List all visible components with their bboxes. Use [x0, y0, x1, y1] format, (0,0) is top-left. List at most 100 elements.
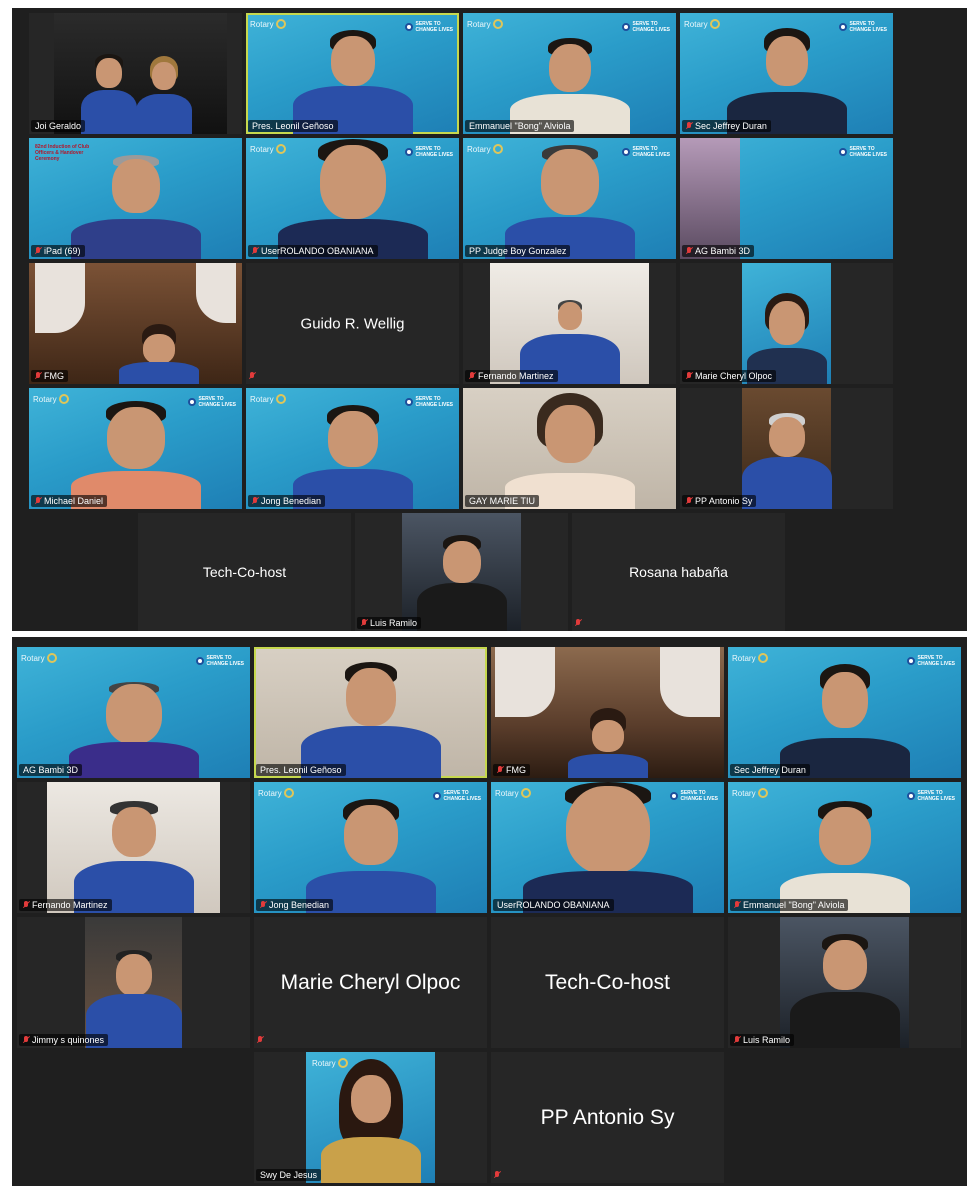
video-tile[interactable]: Rotary SERVE TOCHANGE LIVES AG Bambi 3D [17, 647, 250, 778]
video-tile[interactable]: Rotary Swy De Jesus [254, 1052, 487, 1183]
gallery-view-bottom: Rotary SERVE TO CHANGE LIVES AG Bambi 3D … [12, 637, 967, 1186]
participant-name-label: FMG [31, 370, 68, 382]
serve-to-change-lives-logo: SERVE TO CHANGE LIVES [622, 21, 670, 33]
serve-to-change-lives-logo: SERVE TO CHANGE LIVES [405, 21, 453, 33]
video-tile[interactable]: Rotary SERVE TO CHANGE LIVES Michael Dani… [29, 388, 242, 509]
video-tile[interactable]: Rotary SERVE TO CHANGE LIVES Sec Jeffrey … [728, 647, 961, 778]
video-tile[interactable]: Joi Geraldo [29, 13, 242, 134]
video-tile[interactable]: Rotary SERVE TO CHANGE LIVES Emmanuel "Bo… [463, 13, 676, 134]
video-tile[interactable]: PP Antonio Sy [680, 388, 893, 509]
participant-name-label: Pres. Leonil Geñoso [248, 120, 338, 132]
video-tile[interactable]: Rotary SERVE TO CHANGE LIVES Jong Benedia… [254, 782, 487, 913]
participant-name-label: FMG [493, 764, 530, 776]
video-tile[interactable]: Jimmy s quinones [17, 917, 250, 1048]
muted-mic-icon [686, 246, 692, 256]
video-tile[interactable]: Rotary SERVE TO CHANGE LIVES UserROLANDO … [246, 138, 459, 259]
muted-mic-icon [35, 496, 41, 506]
video-tile[interactable]: Rotary SERVE TO CHANGE LIVES Jong Benedia… [246, 388, 459, 509]
participant-name-label: Emmanuel "Bong" Alviola [465, 120, 575, 132]
gallery-view-top: Joi Geraldo Rotary SERVE TO CHANGE LIVES … [12, 8, 967, 631]
participant-name-label: Luis Ramilo [357, 617, 422, 629]
muted-mic-icon [260, 900, 266, 910]
video-tile-camera-off[interactable]: PP Antonio Sy [491, 1052, 724, 1183]
rotary-logo: Rotary [258, 788, 294, 798]
muted-mic-icon [249, 372, 255, 381]
video-tile[interactable]: 82nd Induction of Club Officers & Handov… [29, 138, 242, 259]
video-tile[interactable]: Rotary SERVE TO CHANGE LIVES Sec Jeffrey … [680, 13, 893, 134]
muted-mic-icon [686, 121, 692, 131]
video-tile[interactable]: Marie Cheryl Olpoc [680, 263, 893, 384]
participant-name-label: Jong Benedian [248, 495, 326, 507]
participant-name-label: GAY MARIE TIU [465, 495, 540, 507]
video-tile[interactable]: Rotary SERVE TO CHANGE LIVES UserROLANDO … [491, 782, 724, 913]
participant-name-label: AG Bambi 3D [682, 245, 755, 257]
rotary-logo: Rotary [250, 394, 286, 404]
video-tile[interactable]: FMG [491, 647, 724, 778]
rotary-logo: Rotary [467, 144, 503, 154]
rotary-logo: Rotary [684, 19, 720, 29]
video-tile[interactable]: Fernando Martinez [463, 263, 676, 384]
rotary-logo: Rotary [467, 19, 503, 29]
video-tile-camera-off[interactable]: Tech-Co-host [491, 917, 724, 1048]
serve-to-change-lives-logo: SERVE TO CHANGE LIVES [196, 655, 244, 667]
participant-name-label: iPad (69) [31, 245, 85, 257]
participant-name-label: Swy De Jesus [256, 1169, 322, 1181]
rotary-logo: Rotary [732, 653, 768, 663]
video-fragment [680, 138, 740, 259]
participant-name-display: Rosana habaña [629, 564, 728, 580]
video-tile[interactable]: Rotary SERVE TOCHANGE LIVES AG Bambi 3D [680, 138, 893, 259]
participant-name-label: PP Judge Boy Gonzalez [465, 245, 571, 257]
serve-to-change-lives-logo: SERVE TO CHANGE LIVES [907, 655, 955, 667]
participant-name-label: UserROLANDO OBANIANA [248, 245, 378, 257]
serve-to-change-lives-logo: SERVE TO CHANGE LIVES [433, 790, 481, 802]
muted-mic-icon [361, 618, 367, 628]
muted-mic-icon [686, 496, 692, 506]
muted-mic-icon [734, 900, 740, 910]
rotary-logo: Rotary [21, 653, 57, 663]
participant-name-label: Pres. Leonil Geñoso [256, 764, 346, 776]
rotary-logo: Rotary [732, 788, 768, 798]
video-tile-camera-off[interactable]: Guido R. Wellig [246, 263, 459, 384]
participant-name-label: Jong Benedian [256, 899, 334, 911]
muted-mic-icon [23, 1035, 29, 1045]
muted-mic-icon [734, 1035, 740, 1045]
serve-to-change-lives-logo: SERVE TO CHANGE LIVES [839, 21, 887, 33]
serve-to-change-lives-logo: SERVE TO CHANGE LIVES [839, 146, 887, 158]
muted-mic-icon [23, 900, 29, 910]
video-tile[interactable]: FMG [29, 263, 242, 384]
participant-name-label: Fernando Martinez [19, 899, 112, 911]
video-tile-camera-off[interactable]: Tech-Co-host [138, 513, 351, 631]
participant-name-label: Jimmy s quinones [19, 1034, 109, 1046]
participant-name-label: Sec Jeffrey Duran [682, 120, 771, 132]
participant-name-display: Guido R. Wellig [300, 315, 405, 332]
video-tile[interactable]: Luis Ramilo [728, 917, 961, 1048]
muted-mic-icon [257, 1036, 263, 1045]
muted-mic-icon [575, 619, 581, 628]
muted-mic-icon [494, 1171, 500, 1180]
muted-mic-icon [35, 371, 41, 381]
video-tile-active-speaker[interactable]: Rotary SERVE TO CHANGE LIVES Pres. Leonil… [246, 13, 459, 134]
video-tile-camera-off[interactable]: Marie Cheryl Olpoc [254, 917, 487, 1048]
video-tile[interactable]: Rotary SERVE TO CHANGE LIVES Emmanuel "Bo… [728, 782, 961, 913]
video-tile[interactable]: Rotary SERVE TO CHANGE LIVES PP Judge Boy… [463, 138, 676, 259]
video-tile[interactable]: GAY MARIE TIU [463, 388, 676, 509]
muted-mic-icon [35, 246, 41, 256]
muted-mic-icon [497, 765, 503, 775]
participant-name-display: Tech-Co-host [545, 970, 670, 994]
rotary-logo: Rotary [33, 394, 69, 404]
video-tile-camera-off[interactable]: Rosana habaña [572, 513, 785, 631]
video-tile[interactable]: Luis Ramilo [355, 513, 568, 631]
participant-name-label: Marie Cheryl Olpoc [682, 370, 777, 382]
participant-name-label: AG Bambi 3D [19, 764, 83, 776]
participant-name-label: Luis Ramilo [730, 1034, 795, 1046]
video-tile-active-speaker[interactable]: Pres. Leonil Geñoso [254, 647, 487, 778]
rotary-logo: Rotary [250, 19, 286, 29]
participant-name-label: Joi Geraldo [31, 120, 86, 132]
video-tile[interactable]: Fernando Martinez [17, 782, 250, 913]
serve-to-change-lives-logo: SERVE TO CHANGE LIVES [405, 396, 453, 408]
participant-name-label: PP Antonio Sy [682, 495, 757, 507]
participant-name-label: UserROLANDO OBANIANA [493, 899, 614, 911]
serve-to-change-lives-logo: SERVE TO CHANGE LIVES [907, 790, 955, 802]
participant-name-label: Fernando Martinez [465, 370, 558, 382]
muted-mic-icon [252, 496, 258, 506]
